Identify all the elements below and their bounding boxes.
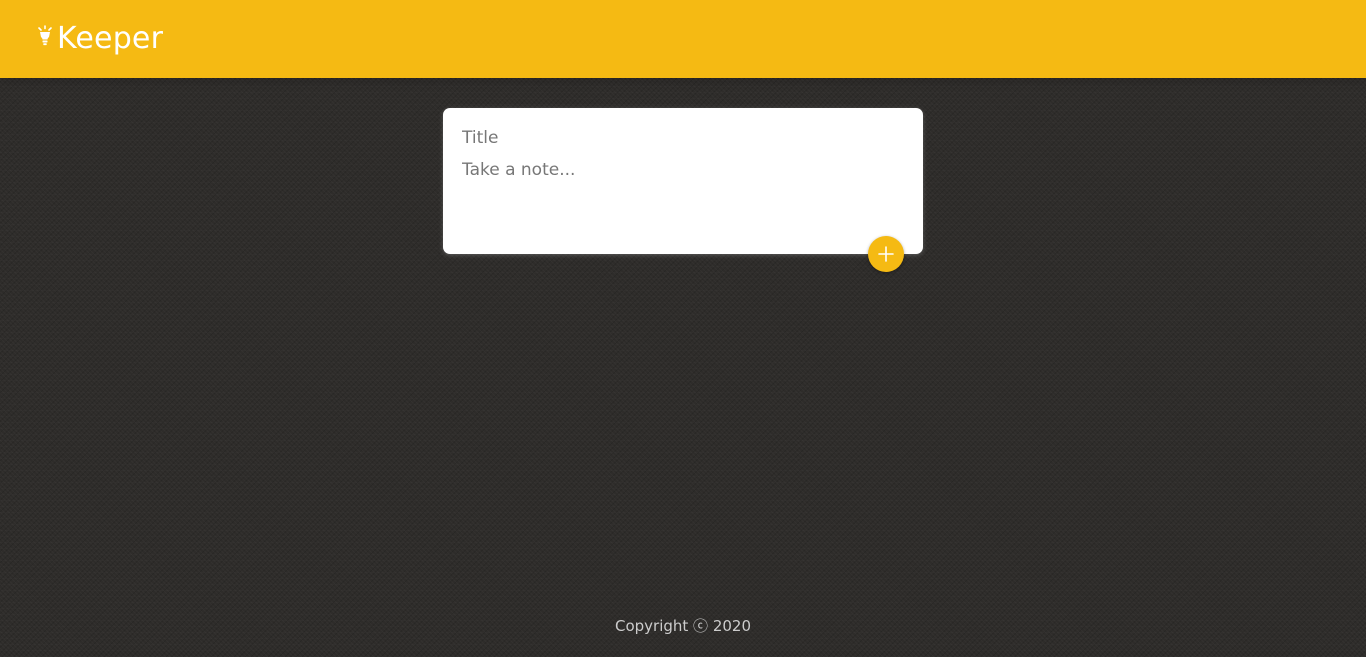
create-note-form	[443, 108, 923, 254]
app-title: Keeper	[57, 21, 164, 56]
note-title-input[interactable]	[462, 125, 904, 151]
note-content-input[interactable]	[462, 157, 904, 237]
add-note-button[interactable]	[868, 236, 904, 272]
app-footer: Copyright ⓒ 2020	[0, 614, 1366, 638]
plus-icon	[878, 246, 894, 262]
lightbulb-icon	[36, 25, 54, 47]
app-header: Keeper	[0, 0, 1366, 78]
brand: Keeper	[36, 0, 163, 78]
copyright-text: Copyright ⓒ 2020	[614, 617, 751, 635]
